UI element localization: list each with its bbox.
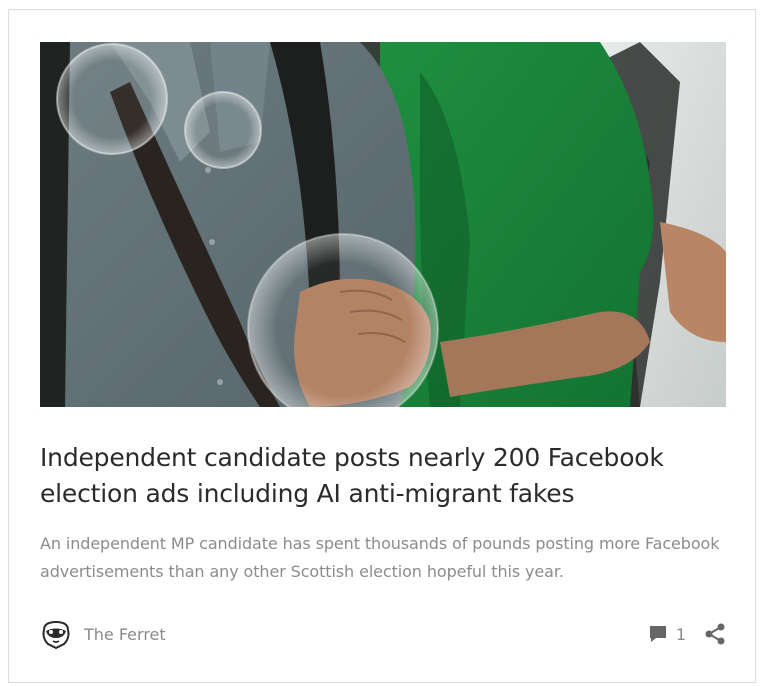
- article-excerpt: An independent MP candidate has spent th…: [40, 534, 720, 581]
- ferret-logo-icon: [40, 618, 72, 650]
- article-image: [40, 42, 726, 407]
- article-title[interactable]: Independent candidate posts nearly 200 F…: [40, 440, 720, 512]
- share-button[interactable]: [704, 623, 726, 645]
- article-actions: 1: [648, 616, 726, 652]
- author-link[interactable]: The Ferret: [40, 616, 166, 652]
- comment-bubble-icon: [648, 624, 668, 644]
- article-image-link[interactable]: [40, 42, 726, 407]
- comment-count: 1: [675, 624, 686, 644]
- share-icon: [705, 623, 725, 645]
- article-card: Independent candidate posts nearly 200 F…: [8, 9, 756, 683]
- article-footer: The Ferret 1: [40, 616, 726, 652]
- author-name: The Ferret: [84, 624, 166, 644]
- comments-link[interactable]: 1: [648, 624, 686, 644]
